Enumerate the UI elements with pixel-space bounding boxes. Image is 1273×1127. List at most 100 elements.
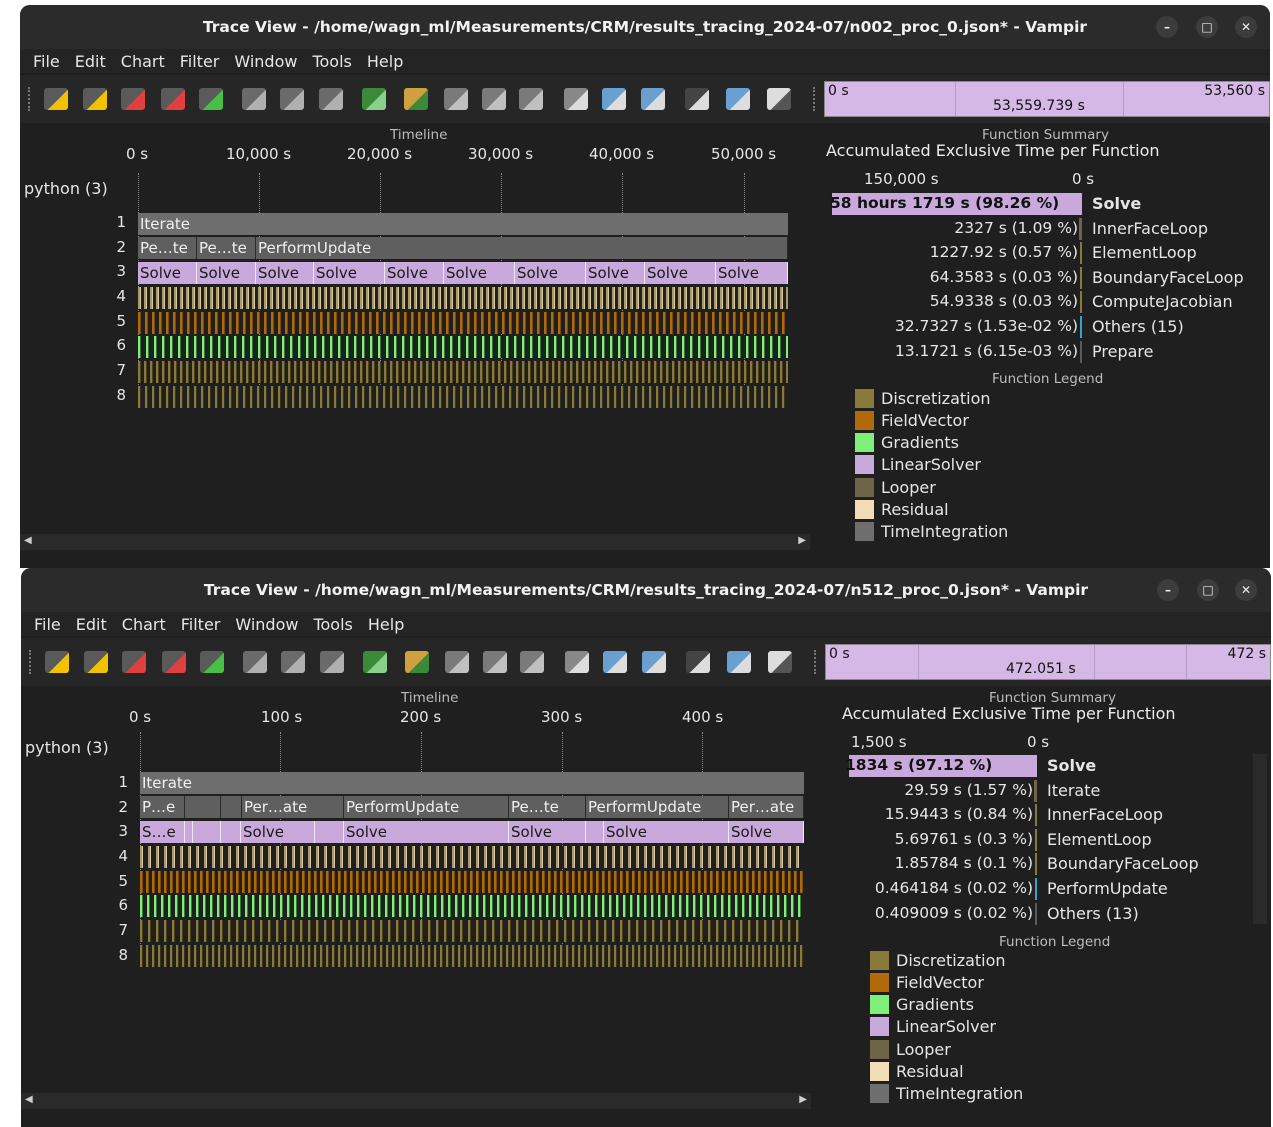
summary-function-name[interactable]: Others (15) [1092, 317, 1184, 336]
fx-sum-icon[interactable] [405, 651, 429, 673]
summary-function-name[interactable]: Others (13) [1047, 904, 1139, 923]
hierarchy-icon[interactable] [641, 88, 665, 110]
menu-chart[interactable]: Chart [122, 615, 166, 634]
legend-item[interactable]: Residual [870, 1061, 964, 1083]
close-icon[interactable]: ✕ [1235, 579, 1257, 601]
function-summary-icon[interactable] [242, 88, 266, 110]
summary-bar[interactable] [1034, 779, 1037, 802]
summary-function-name[interactable]: InnerFaceLoop [1047, 805, 1163, 824]
timeline-chart[interactable]: Timeline 0 s 10,000 s 20,000 s 30,000 s … [20, 125, 810, 550]
counter-timeline-icon[interactable] [121, 88, 145, 110]
solve-bar[interactable]: Solve [444, 262, 515, 284]
solve-bar[interactable]: Solve [586, 262, 645, 284]
solve-bar[interactable]: Solve [645, 262, 716, 284]
menu-help[interactable]: Help [367, 52, 403, 71]
message-icon[interactable] [445, 651, 469, 673]
io-events-icon[interactable] [520, 651, 544, 673]
io-summary-icon[interactable] [319, 88, 343, 110]
fieldvector-events-row[interactable] [138, 312, 788, 334]
io-summary-icon[interactable] [320, 651, 344, 673]
solve-bar[interactable]: Solve [604, 821, 729, 843]
hierarchy-icon[interactable] [642, 651, 666, 673]
scroll-right-icon[interactable]: ▶ [799, 1094, 807, 1105]
summary-function-name[interactable]: BoundaryFaceLoop [1047, 854, 1199, 873]
message-summary-icon[interactable] [281, 651, 305, 673]
summary-bar[interactable] [1080, 291, 1082, 314]
notes-icon[interactable] [767, 88, 791, 110]
discretization-events-row[interactable] [140, 920, 804, 942]
gradients-events-row[interactable] [140, 895, 804, 917]
maximize-icon[interactable]: □ [1197, 579, 1219, 601]
summary-bar[interactable] [1035, 878, 1037, 900]
menu-tools[interactable]: Tools [312, 52, 351, 71]
solve-bar[interactable]: Solve [344, 821, 509, 843]
performupdate-bar[interactable]: Pe…te [138, 237, 197, 259]
summary-bar[interactable] [1035, 804, 1037, 827]
performupdate-bar[interactable]: PerformUpdate [586, 796, 729, 818]
summary-vertical-scrollbar[interactable] [1253, 754, 1267, 924]
fx-icon[interactable] [362, 88, 386, 110]
legend-item[interactable]: Looper [870, 1038, 951, 1060]
process-timeline-icon[interactable] [44, 88, 68, 110]
solve-bar[interactable]: Solve [515, 262, 586, 284]
looper-events-row[interactable] [138, 287, 788, 309]
horizontal-scrollbar[interactable]: ◀ ▶ [20, 534, 810, 550]
solve-bar[interactable]: S…e [140, 821, 185, 843]
looper-events-row[interactable] [140, 846, 804, 868]
menu-tools[interactable]: Tools [313, 615, 352, 634]
process-timeline-icon[interactable] [45, 651, 69, 673]
message-summary-icon[interactable] [280, 88, 304, 110]
solve-bar[interactable]: Solve [729, 821, 804, 843]
performance-radar-icon[interactable] [162, 651, 186, 673]
legend-item[interactable]: LinearSolver [855, 454, 981, 476]
summary-function-name[interactable]: Solve [1092, 194, 1141, 213]
window-titlebar[interactable]: Trace View - /home/wagn_ml/Measurements/… [20, 5, 1270, 49]
timeline-chart[interactable]: Timeline 0 s 100 s 200 s 300 s 400 s pyt… [21, 688, 811, 1109]
counter-chart-icon[interactable] [200, 651, 224, 673]
zoom-overview[interactable]: 0 s 472.051 s 472 s [825, 644, 1271, 680]
solve-bar[interactable]: Solve [256, 262, 314, 284]
performupdate-bar[interactable]: P…e [140, 796, 185, 818]
menu-filter[interactable]: Filter [180, 52, 220, 71]
communication-icon[interactable] [482, 88, 506, 110]
residual-events-row[interactable] [140, 945, 804, 967]
summary-bar[interactable] [1035, 828, 1037, 851]
function-summary-icon[interactable] [243, 651, 267, 673]
solve-bar[interactable]: Solve [716, 262, 788, 284]
iterate-bar[interactable]: Iterate [138, 213, 788, 235]
master-timeline-icon[interactable] [83, 88, 107, 110]
maximize-icon[interactable]: □ [1196, 16, 1218, 38]
close-icon[interactable]: ✕ [1235, 16, 1257, 38]
solve-bar[interactable]: Solve [241, 821, 315, 843]
legend-item[interactable]: Discretization [855, 387, 991, 409]
gradients-events-row[interactable] [138, 336, 788, 358]
solve-bar[interactable] [586, 821, 604, 843]
performupdate-bar[interactable]: PerformUpdate [256, 237, 788, 259]
menu-filter[interactable]: Filter [181, 615, 221, 634]
summary-bar[interactable] [1035, 902, 1037, 925]
summary-function-name[interactable]: Solve [1047, 756, 1096, 775]
counter-chart-icon[interactable] [199, 88, 223, 110]
zoom-overview[interactable]: 0 s 53,559.739 s 53,560 s [824, 81, 1270, 117]
summary-function-name[interactable]: ComputeJacobian [1092, 292, 1233, 311]
toolbar-grip[interactable] [814, 650, 819, 674]
fx-icon[interactable] [363, 651, 387, 673]
performupdate-bar[interactable] [185, 796, 221, 818]
toolbar-grip[interactable] [29, 650, 34, 674]
toolbar-grip[interactable] [28, 87, 33, 111]
solve-bar[interactable]: Solve [314, 262, 385, 284]
legend-item[interactable]: TimeIntegration [855, 521, 1008, 543]
call-tree-icon[interactable] [603, 651, 627, 673]
summary-bar[interactable] [1080, 340, 1082, 363]
iterate-bar[interactable]: Iterate [140, 772, 804, 794]
solve-bar[interactable]: Solve [385, 262, 444, 284]
performupdate-bar[interactable]: Pe…te [509, 796, 586, 818]
summary-bar[interactable] [1080, 316, 1082, 338]
matrix-icon[interactable] [564, 88, 588, 110]
scroll-right-icon[interactable]: ▶ [798, 535, 806, 546]
solve-bar[interactable]: Solve [197, 262, 256, 284]
performupdate-bar[interactable]: Pe…te [197, 237, 256, 259]
performupdate-bar[interactable] [221, 796, 242, 818]
menu-window[interactable]: Window [234, 52, 297, 71]
performupdate-bar[interactable]: Per…ate [729, 796, 804, 818]
